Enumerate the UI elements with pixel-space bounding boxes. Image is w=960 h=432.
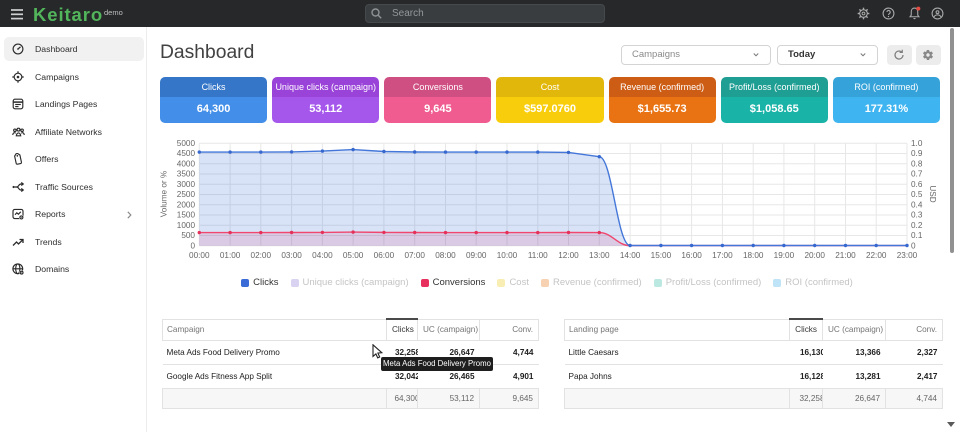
svg-text:04:00: 04:00 — [312, 251, 333, 260]
svg-text:0.2: 0.2 — [911, 221, 923, 230]
svg-text:05:00: 05:00 — [343, 251, 364, 260]
svg-text:12:00: 12:00 — [558, 251, 579, 260]
svg-text:10:00: 10:00 — [497, 251, 518, 260]
svg-text:4000: 4000 — [177, 159, 196, 168]
svg-text:06:00: 06:00 — [374, 251, 395, 260]
svg-text:0.8: 0.8 — [911, 159, 923, 168]
svg-text:0: 0 — [190, 241, 195, 250]
svg-text:1.0: 1.0 — [911, 139, 923, 148]
svg-text:07:00: 07:00 — [404, 251, 425, 260]
svg-text:0.1: 0.1 — [911, 231, 923, 240]
svg-text:500: 500 — [181, 231, 195, 240]
svg-text:03:00: 03:00 — [281, 251, 302, 260]
svg-text:02:00: 02:00 — [251, 251, 272, 260]
svg-text:18:00: 18:00 — [743, 251, 764, 260]
svg-text:15:00: 15:00 — [651, 251, 672, 260]
svg-text:0.6: 0.6 — [911, 180, 923, 189]
svg-text:17:00: 17:00 — [712, 251, 733, 260]
svg-text:00:00: 00:00 — [189, 251, 210, 260]
svg-text:11:00: 11:00 — [528, 251, 548, 260]
svg-text:19:00: 19:00 — [774, 251, 795, 260]
svg-text:1000: 1000 — [177, 221, 196, 230]
svg-text:0.5: 0.5 — [911, 190, 923, 199]
svg-text:21:00: 21:00 — [835, 251, 856, 260]
svg-text:0.9: 0.9 — [911, 149, 923, 158]
svg-text:0.4: 0.4 — [911, 200, 923, 209]
svg-text:20:00: 20:00 — [804, 251, 825, 260]
svg-text:USD: USD — [928, 185, 937, 202]
svg-text:2000: 2000 — [177, 200, 196, 209]
svg-text:Volume or %: Volume or % — [160, 171, 169, 217]
svg-text:0.7: 0.7 — [911, 170, 923, 179]
svg-text:13:00: 13:00 — [589, 251, 610, 260]
svg-text:14:00: 14:00 — [620, 251, 641, 260]
svg-text:08:00: 08:00 — [435, 251, 456, 260]
svg-text:09:00: 09:00 — [466, 251, 487, 260]
svg-text:1500: 1500 — [177, 211, 196, 220]
svg-text:5000: 5000 — [177, 139, 196, 148]
svg-text:0.3: 0.3 — [911, 211, 923, 220]
svg-text:4500: 4500 — [177, 149, 196, 158]
svg-text:22:00: 22:00 — [866, 251, 887, 260]
svg-text:3000: 3000 — [177, 180, 196, 189]
svg-text:23:00: 23:00 — [897, 251, 918, 260]
svg-text:16:00: 16:00 — [681, 251, 702, 260]
svg-text:01:00: 01:00 — [220, 251, 241, 260]
svg-text:3500: 3500 — [177, 170, 196, 179]
svg-text:2500: 2500 — [177, 190, 196, 199]
svg-text:0: 0 — [911, 241, 916, 250]
